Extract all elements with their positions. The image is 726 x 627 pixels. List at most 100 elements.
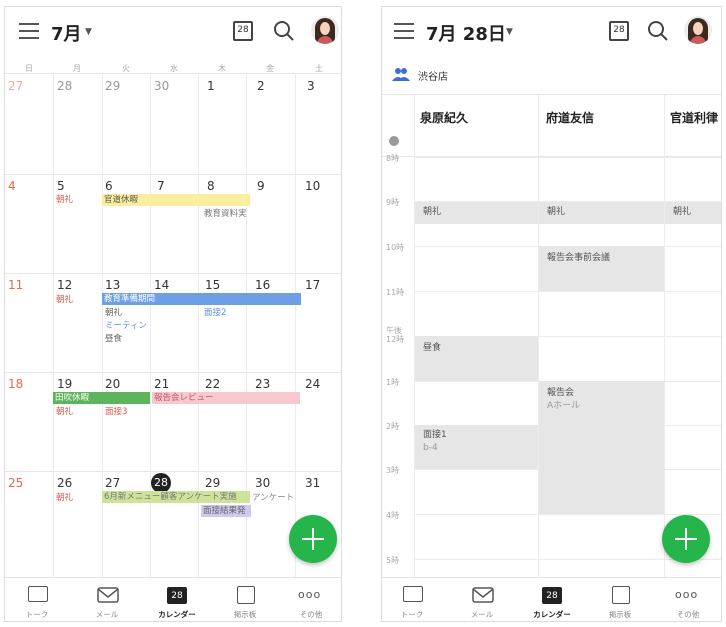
day-cell[interactable]: 31 [305,476,320,490]
event-item[interactable]: 面接2 [204,307,226,319]
date-title[interactable]: 7月 28日 [426,20,506,46]
chat-icon [28,586,48,602]
day-cell[interactable]: 10 [305,179,320,193]
day-cell[interactable]: 29 [105,79,120,93]
add-event-button[interactable] [289,515,337,563]
day-cell[interactable]: 18 [8,377,23,391]
day-cell[interactable]: 14 [154,278,169,292]
day-cell[interactable]: 5 [57,179,65,193]
event-item[interactable]: 朝礼 [105,307,122,319]
event-item[interactable]: 面接3 [105,406,127,418]
tab-label: メール [95,610,119,619]
event-item[interactable]: ミーティン [105,320,150,332]
month-title[interactable]: 7月 [51,20,82,46]
search-icon[interactable] [647,20,669,42]
event-item[interactable]: 朝礼 [56,194,73,206]
day-cell[interactable]: 15 [205,278,220,292]
day-cell[interactable]: 1 [207,79,215,93]
day-cell[interactable]: 12 [57,278,72,292]
event-item[interactable]: 教育資料実 [204,208,252,220]
day-cell[interactable]: 3 [307,79,315,93]
tab-mail[interactable]: メール [452,578,512,621]
week-divider [5,372,341,373]
day-cell[interactable]: 24 [305,377,320,391]
day-cell[interactable]: 28 [57,79,72,93]
collapse-icon[interactable] [389,136,399,146]
day-cell[interactable]: 16 [255,278,270,292]
calendar-today-icon[interactable]: 28 [233,21,253,41]
avatar[interactable] [311,16,339,44]
more-icon: ooo [298,588,322,601]
people-header: 泉原紀久 府道友信 官道利律 [382,95,721,157]
person-name[interactable]: 府道友信 [546,109,594,126]
person-name[interactable]: 官道利律 [670,109,718,126]
hour-line [414,514,721,515]
event-item[interactable]: 朝礼 [56,406,73,418]
day-cell[interactable]: 30 [255,476,270,490]
tab-more[interactable]: ooo その他 [281,578,341,621]
event-block[interactable]: 報告会 Aホール [539,381,664,514]
group-selector[interactable]: 渋谷店 [382,55,721,95]
day-cell[interactable]: 21 [154,377,169,391]
tab-talk[interactable]: トーク [382,578,442,621]
day-cell[interactable]: 6 [105,179,113,193]
day-cell[interactable]: 11 [8,278,23,292]
day-cell[interactable]: 30 [154,79,169,93]
event-item[interactable]: 昼食 [105,333,122,345]
day-cell[interactable]: 27 [105,476,120,490]
week-divider [5,471,341,472]
event-block[interactable]: 朝礼 [415,202,538,224]
day-cell[interactable]: 23 [255,377,270,391]
event-bar[interactable]: 面接結果発 [201,505,251,517]
event-bar[interactable]: 田吹休暇 [53,392,150,404]
event-bar[interactable]: 6月新メニュー顧客アンケート実施 [102,491,250,503]
chevron-down-icon[interactable]: ▼ [506,27,513,37]
day-cell[interactable]: 25 [8,476,23,490]
hour-label: 3時 [386,466,400,475]
menu-icon[interactable] [19,23,39,39]
event-block[interactable]: 報告会事前会議 [539,246,664,291]
event-bar[interactable]: 教育準備期間 [102,293,301,305]
day-cell[interactable]: 22 [205,377,220,391]
event-item[interactable]: 朝礼 [56,294,73,306]
event-block[interactable]: 昼食 [415,336,538,381]
menu-icon[interactable] [394,23,414,39]
tab-talk[interactable]: トーク [7,578,67,621]
day-divider [246,73,247,580]
chevron-down-icon[interactable]: ▼ [85,27,92,37]
tab-mail[interactable]: メール [77,578,137,621]
event-block[interactable]: 朝礼 [665,202,721,224]
day-cell[interactable]: 20 [105,377,120,391]
tab-board[interactable]: 掲示板 [590,578,650,621]
event-bar[interactable]: 官道休暇 [102,194,250,206]
avatar[interactable] [684,16,712,44]
search-icon[interactable] [273,20,295,42]
event-bar[interactable]: 報告会レビュー [152,392,300,404]
day-cell[interactable]: 26 [57,476,72,490]
hour-label: 4時 [386,511,400,520]
event-block[interactable]: 面接1 b-4 [415,425,538,469]
tab-bar: トーク メール 28 カレンダー 掲示板 ooo その他 [5,577,341,621]
tab-calendar[interactable]: 28 カレンダー [147,578,207,621]
day-cell[interactable]: 2 [257,79,265,93]
day-cell[interactable]: 13 [105,278,120,292]
add-event-button[interactable] [662,515,710,563]
day-cell[interactable]: 7 [157,179,165,193]
day-cell[interactable]: 19 [57,377,72,391]
day-cell[interactable]: 4 [8,179,16,193]
event-block[interactable]: 朝礼 [539,202,664,224]
day-cell[interactable]: 27 [8,79,23,93]
tab-board[interactable]: 掲示板 [215,578,275,621]
event-item[interactable]: 朝礼 [56,492,73,504]
tab-calendar[interactable]: 28 カレンダー [522,578,582,621]
day-cell[interactable]: 9 [257,179,265,193]
person-name[interactable]: 泉原紀久 [420,109,468,126]
calendar-today-icon[interactable]: 28 [609,21,629,41]
day-cell[interactable]: 17 [305,278,320,292]
day-cell[interactable]: 8 [207,179,215,193]
tab-more[interactable]: ooo その他 [658,578,718,621]
calendar-icon: 28 [542,587,562,604]
day-cell[interactable]: 29 [205,476,220,490]
today-marker[interactable]: 28 [151,473,171,493]
event-item[interactable]: アンケート [252,492,302,504]
